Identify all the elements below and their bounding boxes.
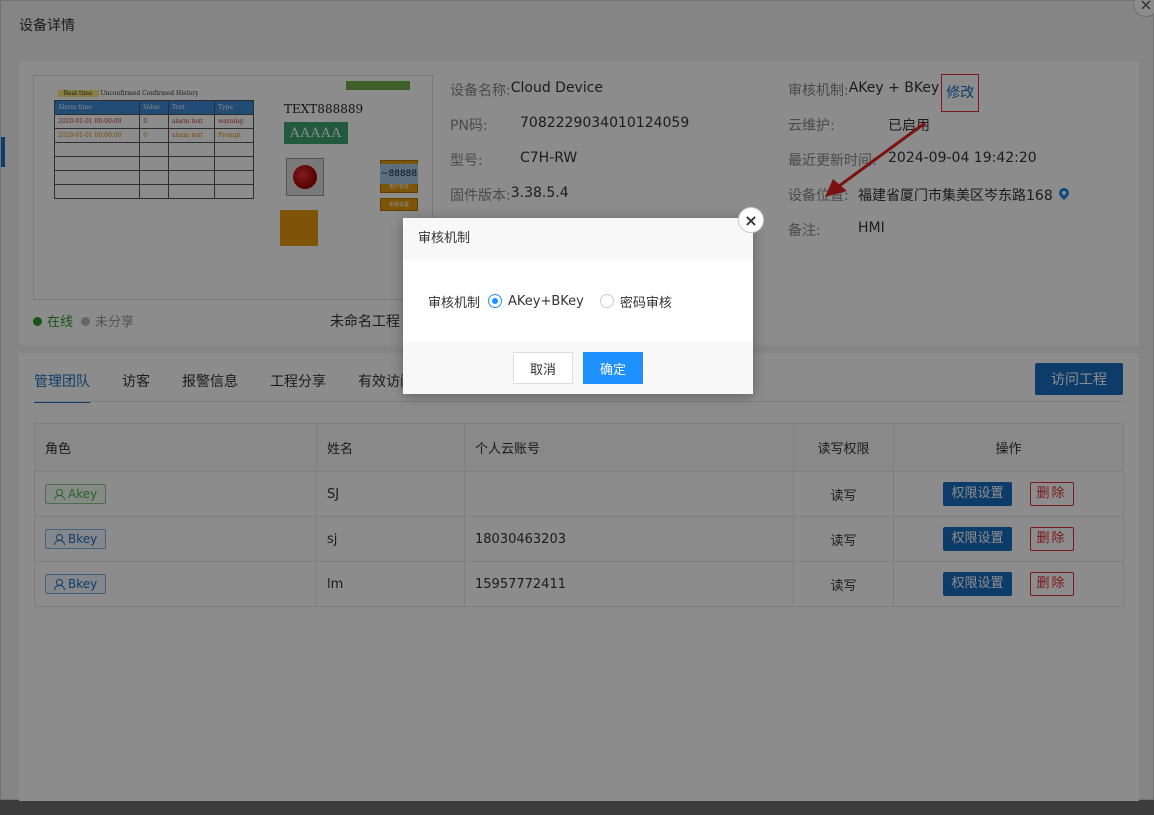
modal-overlay[interactable] — [0, 0, 1154, 815]
dialog-body: 审核机制 AKey+BKey 密码审核 — [403, 260, 753, 342]
radio-password-audit[interactable]: 密码审核 — [599, 292, 672, 311]
dialog-title: 审核机制 — [403, 218, 753, 260]
dialog-footer: 取消 确定 — [403, 342, 753, 394]
radio-label: AKey+BKey — [508, 293, 584, 309]
cancel-button[interactable]: 取消 — [513, 352, 573, 384]
radio-checked-icon[interactable] — [488, 294, 503, 308]
radio-label: 密码审核 — [619, 295, 672, 311]
audit-mechanism-dialog: 审核机制 × 审核机制 AKey+BKey 密码审核 取消 确定 — [403, 207, 764, 394]
radio-akey-bkey[interactable]: AKey+BKey — [488, 294, 584, 309]
confirm-button[interactable]: 确定 — [583, 352, 643, 384]
audit-field-label: 审核机制 — [428, 295, 481, 311]
dialog-close-icon[interactable]: × — [738, 207, 764, 233]
radio-unchecked-icon[interactable] — [599, 294, 614, 308]
